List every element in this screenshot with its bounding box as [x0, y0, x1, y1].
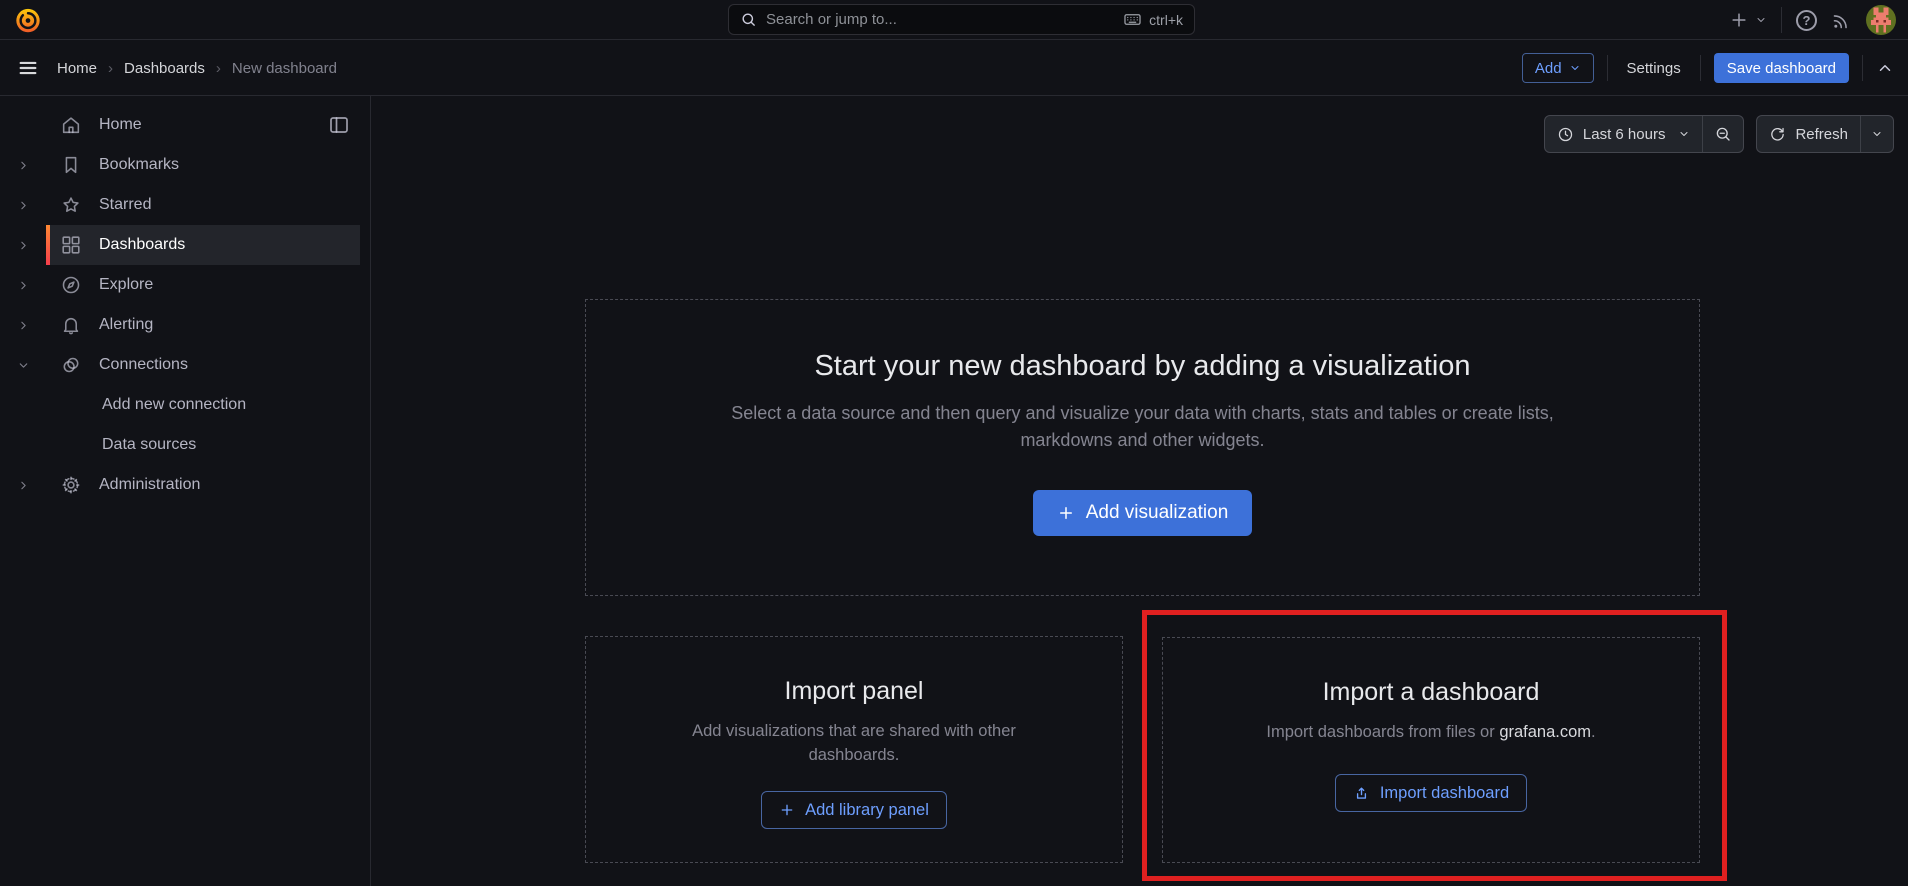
refresh-button[interactable]: Refresh [1757, 116, 1860, 152]
zoom-out-icon [1714, 125, 1732, 143]
refresh-icon [1769, 126, 1786, 143]
import-panel-description: Add visualizations that are shared with … [586, 719, 1122, 767]
search-icon [740, 11, 757, 28]
breadcrumb-home[interactable]: Home [57, 60, 97, 77]
actions-divider [1700, 55, 1701, 81]
chevron-down-icon [1755, 14, 1767, 26]
user-avatar[interactable] [1866, 5, 1896, 35]
grafana-com-link[interactable]: grafana.com [1499, 723, 1591, 741]
home-icon [60, 114, 82, 136]
sidebar-item-starred[interactable]: Starred [0, 185, 370, 225]
compass-icon [60, 274, 82, 296]
search-placeholder: Search or jump to... [766, 11, 1123, 28]
dashboard-toolbar: Last 6 hours Refresh [1544, 115, 1894, 153]
time-range-picker[interactable]: Last 6 hours [1545, 116, 1703, 152]
topbar-actions: ? [1729, 0, 1896, 40]
actions-divider [1862, 55, 1863, 81]
grafana-app: Search or jump to... ctrl+k [0, 0, 1908, 886]
cta-title: Start your new dashboard by adding a vis… [586, 350, 1699, 383]
chevron-right-icon[interactable] [0, 159, 46, 172]
collapse-toolbar-button[interactable] [1876, 59, 1894, 77]
breadcrumb-dashboards[interactable]: Dashboards [124, 60, 205, 77]
plus-icon [779, 802, 795, 818]
time-picker-group: Last 6 hours [1544, 115, 1745, 153]
gear-icon [60, 474, 82, 496]
save-dashboard-button[interactable]: Save dashboard [1714, 53, 1849, 83]
sidebar-nav: Home Bookmarks [0, 96, 371, 886]
bell-icon [60, 314, 82, 336]
breadcrumb: Home › Dashboards › New dashboard [57, 60, 337, 77]
sidebar-item-connections[interactable]: Connections [0, 345, 370, 385]
breadcrumb-separator: › [108, 60, 113, 77]
refresh-group: Refresh [1756, 115, 1894, 153]
chevron-down-icon [1569, 62, 1581, 74]
breadcrumb-separator: › [216, 60, 221, 77]
sidebar-item-explore[interactable]: Explore [0, 265, 370, 305]
chevron-right-icon[interactable] [0, 199, 46, 212]
help-button[interactable]: ? [1796, 10, 1817, 31]
chevron-right-icon[interactable] [0, 479, 46, 492]
import-dashboard-cta: Import a dashboard Import dashboards fro… [1162, 637, 1700, 863]
sidebar-item-bookmarks[interactable]: Bookmarks [0, 145, 370, 185]
empty-dashboard-cta: Start your new dashboard by adding a vis… [585, 299, 1700, 596]
import-panel-title: Import panel [586, 677, 1122, 706]
link-icon [60, 354, 82, 376]
plus-icon [1729, 10, 1749, 30]
star-icon [60, 194, 82, 216]
sidebar-item-home[interactable]: Home [0, 105, 370, 145]
breadcrumb-current: New dashboard [232, 60, 337, 77]
grafana-logo-icon[interactable] [14, 6, 42, 34]
top-bar: Search or jump to... ctrl+k [0, 0, 1908, 40]
sidebar-active-highlight: Dashboards [46, 225, 360, 265]
nav-bar: Home › Dashboards › New dashboard Add Se… [0, 41, 1908, 96]
sidebar-item-dashboards[interactable]: Dashboards [0, 225, 370, 265]
cta-description: Select a data source and then query and … [586, 400, 1699, 454]
search-input[interactable]: Search or jump to... ctrl+k [728, 4, 1195, 35]
search-shortcut: ctrl+k [1123, 10, 1183, 29]
refresh-interval-dropdown[interactable] [1861, 116, 1893, 152]
dock-menu-icon[interactable] [327, 113, 351, 137]
chevron-right-icon[interactable] [0, 239, 46, 252]
mega-menu-toggle[interactable] [17, 57, 39, 79]
hamburger-icon [17, 57, 39, 79]
help-icon: ? [1796, 10, 1817, 31]
sidebar-item-add-new-connection[interactable]: Add new connection [0, 385, 370, 425]
news-button[interactable] [1831, 10, 1852, 31]
import-dashboard-title: Import a dashboard [1163, 678, 1699, 707]
clock-icon [1557, 126, 1574, 143]
chevron-right-icon[interactable] [0, 319, 46, 332]
sidebar-item-data-sources[interactable]: Data sources [0, 425, 370, 465]
keyboard-icon [1123, 10, 1142, 29]
actions-divider [1607, 55, 1608, 81]
add-visualization-button[interactable]: Add visualization [1033, 490, 1253, 536]
dashboard-actions: Add Settings Save dashboard [1522, 53, 1894, 83]
bookmark-icon [60, 154, 82, 176]
settings-button[interactable]: Settings [1621, 60, 1687, 77]
zoom-out-time-button[interactable] [1703, 116, 1743, 152]
chevron-down-icon [1871, 128, 1883, 140]
add-library-panel-button[interactable]: Add library panel [761, 791, 947, 829]
plus-icon [1057, 504, 1075, 522]
chevron-down-icon[interactable] [0, 359, 46, 372]
chevron-up-icon [1876, 59, 1894, 77]
add-dropdown-button[interactable]: Add [1522, 53, 1594, 83]
sidebar-item-alerting[interactable]: Alerting [0, 305, 370, 345]
import-dashboard-button[interactable]: Import dashboard [1335, 774, 1527, 812]
new-menu-button[interactable] [1729, 10, 1767, 30]
chevron-down-icon [1678, 128, 1690, 140]
rss-icon [1831, 10, 1852, 31]
upload-icon [1353, 785, 1370, 802]
sidebar-item-administration[interactable]: Administration [0, 465, 370, 505]
import-panel-cta: Import panel Add visualizations that are… [585, 636, 1123, 863]
apps-icon [60, 234, 82, 256]
topbar-divider [1781, 7, 1782, 33]
chevron-right-icon[interactable] [0, 279, 46, 292]
import-dashboard-description: Import dashboards from files or grafana.… [1163, 720, 1699, 744]
